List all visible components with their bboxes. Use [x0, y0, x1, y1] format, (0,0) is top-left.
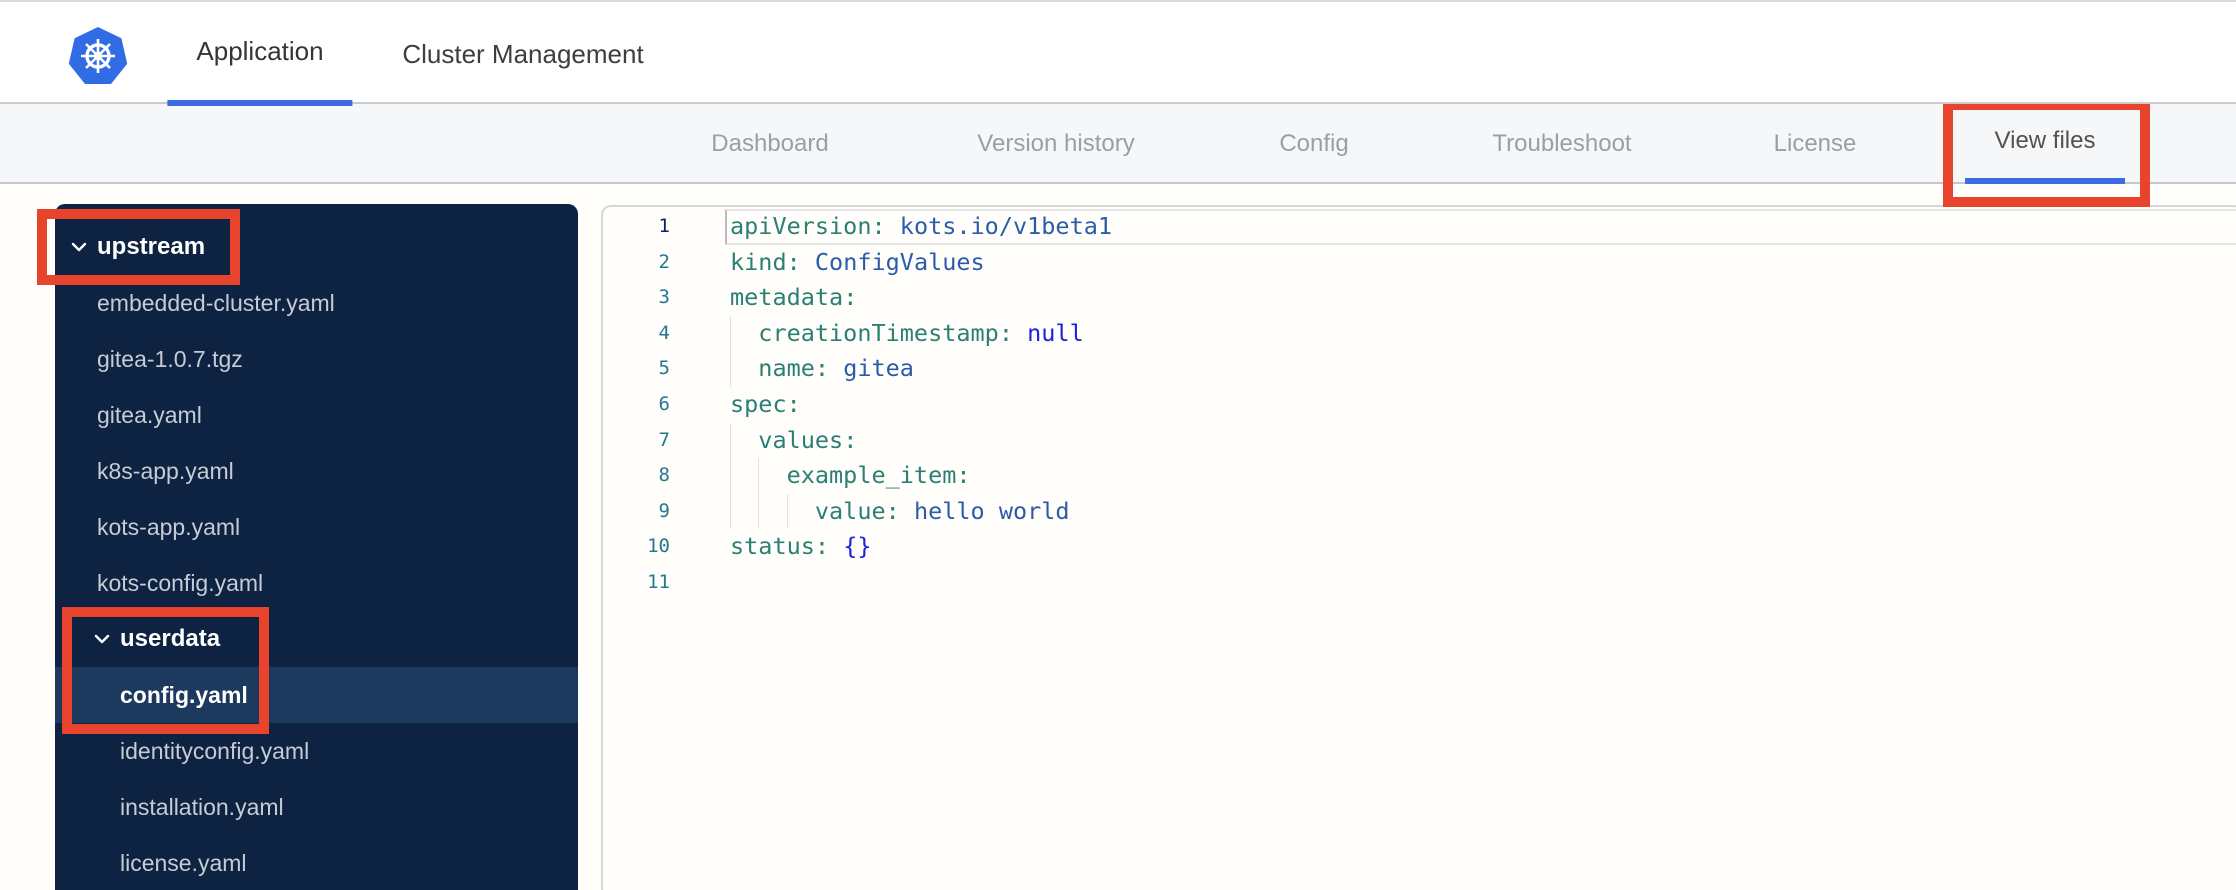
tree-item-label: kots-app.yaml [97, 513, 241, 540]
editor-line-9[interactable]: 9 value: hello world [603, 493, 2236, 530]
tree-item-label: embedded-cluster.yaml [97, 289, 335, 316]
code-line-content: metadata: [730, 283, 858, 312]
tree-file-config-yaml[interactable]: config.yaml [55, 667, 578, 723]
kubernetes-logo-icon [68, 27, 128, 84]
line-number: 11 [647, 570, 670, 593]
code-line-content: kind: ConfigValues [730, 247, 985, 276]
top-tab-cluster-management[interactable]: Cluster Management [373, 2, 672, 106]
line-number: 3 [658, 286, 670, 309]
tree-item-label: userdata [120, 625, 221, 652]
editor-line-4[interactable]: 4 creationTimestamp: null [603, 315, 2236, 352]
tree-item-label: gitea.yaml [97, 401, 202, 428]
indent-guide [730, 422, 731, 459]
subnav-tab-config[interactable]: Config [1251, 104, 1376, 184]
editor-line-7[interactable]: 7 values: [603, 422, 2236, 459]
tree-file-license-yaml[interactable]: license.yaml [55, 835, 578, 890]
tree-item-label: identityconfig.yaml [120, 737, 310, 764]
indent-guide [730, 315, 731, 352]
subnav-tab-version-history[interactable]: Version history [949, 104, 1162, 184]
subnav-tab-license[interactable]: License [1746, 104, 1885, 184]
file-tree: upstream embedded-cluster.yaml gitea-1.0.7… [55, 204, 578, 890]
tree-file-gitea-yaml[interactable]: gitea.yaml [55, 387, 578, 443]
tree-item-label: k8s-app.yaml [97, 457, 234, 484]
editor-line-1[interactable]: 1 apiVersion: kots.io/v1beta1 [603, 209, 2236, 245]
editor-line-2[interactable]: 2 kind: ConfigValues [603, 245, 2236, 281]
indent-guide [730, 493, 731, 530]
editor-line-8[interactable]: 8 example_item: [603, 458, 2236, 494]
tree-file-k8s-app-yaml[interactable]: k8s-app.yaml [55, 443, 578, 499]
code-line-content: value: hello world [730, 493, 1070, 530]
code-line-content: values: [730, 422, 857, 459]
code-line-content: creationTimestamp: null [730, 315, 1084, 352]
tree-item-label: kots-config.yaml [97, 569, 264, 596]
file-content-editor[interactable]: 1 apiVersion: kots.io/v1beta1 2 kind: Confi… [601, 205, 2236, 890]
chevron-down-icon [94, 634, 110, 644]
editor-lines: 1 apiVersion: kots.io/v1beta1 2 kind: Confi… [603, 207, 2236, 601]
tree-folder-upstream[interactable]: upstream [55, 219, 578, 275]
line-number: 2 [658, 250, 670, 273]
tree-file-embedded-cluster-yaml[interactable]: embedded-cluster.yaml [55, 275, 578, 331]
annotation-box-view-files [1943, 100, 2150, 207]
app-subnav: Dashboard Version history Config Troublesho… [0, 100, 2236, 207]
subnav-tab-dashboard[interactable]: Dashboard [683, 104, 856, 184]
code-line-content: status: {} [730, 532, 872, 561]
subnav-tab-troubleshoot[interactable]: Troubleshoot [1464, 104, 1659, 184]
tree-file-gitea-1-0-7-tgz[interactable]: gitea-1.0.7.tgz [55, 331, 578, 387]
line-number: 9 [658, 499, 670, 522]
code-line-content: spec: [730, 389, 801, 418]
editor-line-5[interactable]: 5 name: gitea [603, 351, 2236, 387]
tree-file-identityconfig-yaml[interactable]: identityconfig.yaml [55, 723, 578, 779]
tree-item-label: upstream [97, 233, 206, 260]
code-line-content: example_item: [730, 458, 971, 494]
code-line-content: name: gitea [730, 351, 914, 387]
file-tree-panel: upstream embedded-cluster.yaml gitea-1.0.7… [55, 204, 578, 890]
tree-item-label: gitea-1.0.7.tgz [97, 345, 243, 372]
indent-guide [730, 351, 731, 387]
editor-line-11[interactable]: 11 [603, 565, 2236, 601]
line-number: 4 [658, 321, 670, 344]
tree-item-label: config.yaml [120, 681, 248, 708]
code-line-content: apiVersion: kots.io/v1beta1 [730, 212, 1113, 240]
tree-file-kots-config-yaml[interactable]: kots-config.yaml [55, 555, 578, 611]
line-number: 7 [658, 428, 670, 451]
line-number: 10 [647, 535, 670, 558]
tree-item-label: license.yaml [120, 849, 247, 876]
subnav-tab-view-files[interactable]: View files [1943, 100, 2150, 207]
kots-admin-console: Application Cluster Management Dashboard V… [0, 0, 2236, 890]
editor-line-3[interactable]: 3 metadata: [603, 280, 2236, 316]
tree-item-label: installation.yaml [120, 793, 284, 820]
tree-file-kots-app-yaml[interactable]: kots-app.yaml [55, 499, 578, 555]
tree-file-installation-yaml[interactable]: installation.yaml [55, 779, 578, 835]
tree-folder-userdata[interactable]: userdata [55, 611, 578, 667]
top-tab-application[interactable]: Application [167, 2, 353, 106]
indent-guide [758, 458, 760, 494]
line-number: 1 [658, 215, 670, 237]
line-number: 5 [658, 357, 670, 380]
chevron-down-icon [71, 242, 87, 252]
indent-guide [730, 458, 731, 494]
top-nav: Application Cluster Management [0, 0, 2236, 106]
editor-line-6[interactable]: 6 spec: [603, 387, 2236, 423]
editor-line-10[interactable]: 10 status: {} [603, 529, 2236, 565]
indent-guide [758, 493, 760, 530]
line-number: 6 [658, 392, 670, 415]
line-number: 8 [658, 464, 670, 487]
indent-guide [786, 493, 788, 530]
